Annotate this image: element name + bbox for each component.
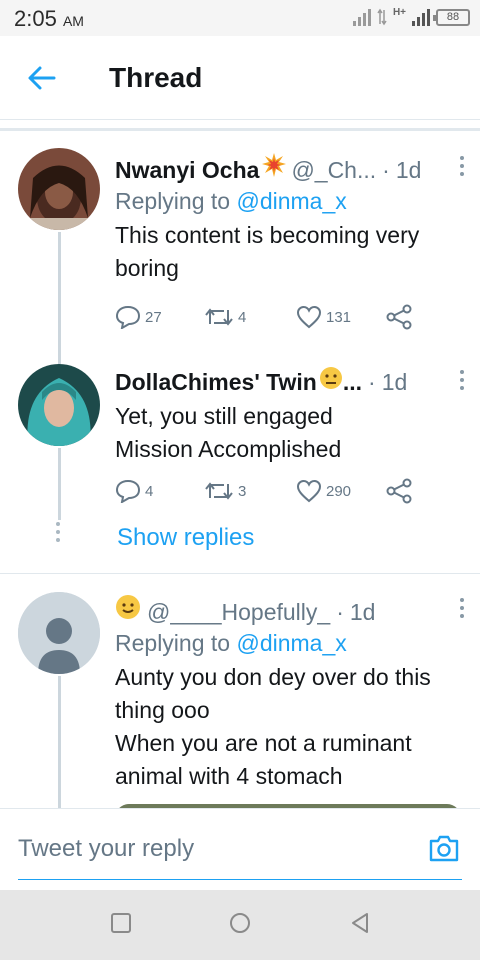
replying-to: Replying to @dinma_x — [115, 188, 466, 215]
avatar[interactable] — [18, 592, 100, 674]
like-button[interactable]: 290 — [296, 479, 386, 503]
battery-icon: 88 — [433, 9, 470, 26]
separator-dot: · — [368, 369, 376, 395]
tweet-content: DollaChimes' Twin ... · 1d Yet, you stil… — [115, 366, 466, 466]
retweet-icon — [205, 308, 233, 326]
like-button[interactable]: 131 — [296, 305, 386, 329]
reply-button[interactable]: 27 — [115, 305, 204, 329]
heart-icon — [296, 479, 322, 503]
retweet-count: 4 — [238, 308, 247, 326]
reply-bar: Tweet your reply — [0, 808, 480, 890]
smile-emoji-icon — [116, 595, 140, 619]
tweet-text: Aunty you don dey over do this thing ooo… — [115, 664, 431, 789]
nav-square-icon[interactable] — [110, 912, 132, 934]
separator-dot: · — [336, 599, 344, 625]
heart-icon — [296, 305, 322, 329]
nav-back-icon[interactable] — [349, 912, 371, 934]
mention-link[interactable]: @dinma_x — [236, 630, 346, 656]
retweet-count: 3 — [238, 482, 247, 500]
separator-dot: · — [382, 157, 390, 183]
camera-icon[interactable] — [428, 833, 460, 863]
comment-icon — [115, 305, 141, 329]
neutral-face-emoji-icon — [319, 367, 342, 389]
thread-line — [58, 232, 61, 364]
replying-to: Replying to @dinma_x — [115, 630, 466, 657]
tweet-header: Nwanyi Ocha @_Ch... · 1d — [115, 152, 466, 184]
retweet-icon — [205, 482, 233, 500]
more-icon[interactable] — [460, 598, 466, 622]
more-replies-dots — [56, 522, 62, 546]
replying-to-label: Replying to — [115, 630, 231, 656]
tweet-author-name[interactable]: DollaChimes' Twin — [115, 369, 317, 396]
status-time: 2:05 AM — [14, 6, 84, 32]
mention-link[interactable]: @dinma_x — [236, 188, 346, 214]
tweet-header: @____Hopefully_ · 1d — [115, 594, 466, 625]
comment-icon — [115, 479, 141, 503]
default-avatar-icon — [18, 592, 100, 674]
thread-header: Thread — [0, 36, 480, 120]
show-replies-link[interactable]: Show replies — [117, 524, 254, 552]
divider — [0, 128, 480, 131]
status-bar: 2:05 AM H+ 88 — [0, 0, 480, 36]
tweet-time: 1d — [395, 157, 422, 183]
thread-line — [58, 676, 61, 816]
network-type: H+ — [392, 7, 406, 18]
divider — [0, 573, 480, 574]
reply-count: 27 — [145, 308, 162, 326]
tweet-author-name-ellipsis: ... — [342, 369, 363, 395]
tweet-actions: 27 4 131 — [115, 304, 412, 330]
thread-line — [58, 448, 61, 520]
share-icon[interactable] — [386, 304, 412, 330]
retweet-button[interactable]: 3 — [204, 480, 296, 502]
status-ampm: AM — [62, 13, 84, 29]
signal-1-icon — [352, 8, 371, 26]
tweet-time: 1d — [349, 599, 376, 625]
input-underline — [18, 879, 462, 880]
status-icons: H+ 88 — [352, 7, 470, 26]
tweet-actions: 4 3 290 — [115, 478, 412, 504]
reply-button[interactable]: 4 — [115, 479, 204, 503]
tweet-time: 1d — [381, 369, 408, 395]
signal-2-icon — [412, 8, 430, 26]
tweet-content: Nwanyi Ocha @_Ch... · 1d Replying to @di… — [115, 152, 466, 285]
nav-circle-icon[interactable] — [229, 912, 251, 934]
tweet-header: DollaChimes' Twin ... · 1d — [115, 366, 466, 396]
reply-count: 4 — [145, 482, 154, 500]
collision-emoji-icon — [262, 153, 287, 177]
tweet-content: @____Hopefully_ · 1d Replying to @dinma_… — [115, 594, 466, 793]
tweet-handle: @____Hopefully_ — [147, 599, 331, 625]
avatar[interactable] — [18, 148, 100, 230]
more-icon[interactable] — [460, 370, 466, 394]
replying-to-label: Replying to — [115, 188, 231, 214]
like-count: 131 — [326, 308, 352, 326]
status-time-value: 2:05 — [14, 6, 57, 31]
tweet-text: Yet, you still engaged Mission Accomplis… — [115, 403, 342, 462]
share-icon[interactable] — [386, 478, 412, 504]
like-count: 290 — [326, 482, 352, 500]
data-arrows-icon — [377, 8, 387, 26]
tweet-author-name[interactable]: Nwanyi Ocha — [115, 157, 259, 184]
more-icon[interactable] — [460, 156, 466, 180]
page-title: Thread — [109, 62, 203, 93]
tweet-text: This content is becoming very boring — [115, 222, 420, 281]
avatar[interactable] — [18, 364, 100, 446]
back-arrow-icon[interactable] — [26, 62, 58, 94]
tweet-reply-input[interactable]: Tweet your reply — [18, 835, 194, 863]
retweet-button[interactable]: 4 — [204, 306, 296, 328]
system-nav-bar — [0, 890, 480, 960]
tweet-handle: @_Ch... — [291, 157, 377, 183]
